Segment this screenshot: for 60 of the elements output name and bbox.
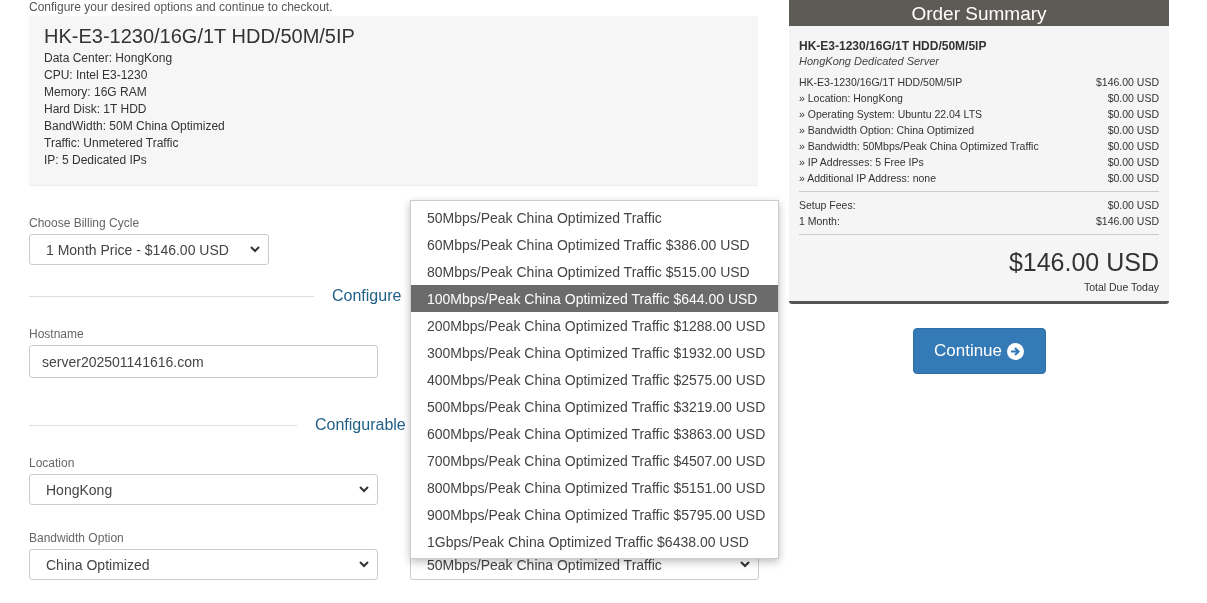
chevron-down-icon <box>359 561 369 568</box>
summary-item: 1 Month: <box>799 214 840 229</box>
dropdown-option[interactable]: 100Mbps/Peak China Optimized Traffic $644.00 USD <box>411 285 778 312</box>
field-label: Choose Billing Cycle <box>29 216 140 231</box>
product-detail: Hard Disk: 1T HDD <box>44 101 148 118</box>
total-label: Total Due Today <box>1082 281 1159 293</box>
hostname-field[interactable]: server202501141616.com <box>29 345 378 378</box>
product-detail: CPU: Intel E3-1230 <box>44 67 149 84</box>
intro-text: Configure your desired options and continue to checkout. <box>29 0 334 14</box>
dropdown-option[interactable]: 200Mbps/Peak China Optimized Traffic $1288.00 USD <box>411 312 778 339</box>
arrow-right-circle-icon <box>1007 342 1025 360</box>
field-label: Location <box>29 456 75 471</box>
chevron-down-icon <box>740 561 750 568</box>
product-detail: Memory: 16G RAM <box>44 84 148 101</box>
summary-price: $146.00 USD <box>1095 214 1159 229</box>
order-summary-header: Order Summary <box>789 0 1169 26</box>
product-detail: IP: 5 Dedicated IPs <box>44 152 148 169</box>
total-amount: $146.00 USD <box>1007 247 1159 277</box>
section-heading: Configurable <box>315 416 406 434</box>
summary-price: $0.00 USD <box>1107 107 1159 122</box>
summary-item: » Bandwidth: 50Mbps/Peak China Optimized Traffic <box>799 139 1039 154</box>
field-label: Bandwidth Option <box>29 531 124 546</box>
chevron-down-icon <box>250 246 260 253</box>
product-title: HK-E3-1230/16G/1T HDD/50M/5IP <box>44 24 356 48</box>
summary-price: $0.00 USD <box>1107 198 1159 213</box>
dropdown-option[interactable]: 400Mbps/Peak China Optimized Traffic $2575.00 USD <box>411 366 778 393</box>
dropdown-option[interactable]: 900Mbps/Peak China Optimized Traffic $5795.00 USD <box>411 501 778 528</box>
summary-price: $0.00 USD <box>1107 155 1159 170</box>
dropdown-option[interactable]: 60Mbps/Peak China Optimized Traffic $386.00 USD <box>411 231 778 258</box>
summary-item: Setup Fees: <box>799 198 856 213</box>
select-field[interactable]: China Optimized <box>29 549 378 580</box>
summary-item: » Operating System: Ubuntu 22.04 LTS <box>799 107 983 122</box>
summary-price: $0.00 USD <box>1107 139 1159 154</box>
billing-cycle-select[interactable]: 1 Month Price - $146.00 USD <box>29 234 269 265</box>
summary-group: HongKong Dedicated Server <box>799 54 1159 68</box>
dropdown-option[interactable]: 80Mbps/Peak China Optimized Traffic $515.00 USD <box>411 258 778 285</box>
summary-price: $0.00 USD <box>1107 123 1159 138</box>
dropdown-option[interactable]: 600Mbps/Peak China Optimized Traffic $3863.00 USD <box>411 420 778 447</box>
dropdown-option[interactable]: 50Mbps/Peak China Optimized Traffic <box>411 204 778 231</box>
product-detail: Data Center: HongKong <box>44 50 174 67</box>
summary-item: » Bandwidth Option: China Optimized <box>799 123 975 138</box>
summary-item: HK-E3-1230/16G/1T HDD/50M/5IP <box>799 75 963 90</box>
summary-item: » IP Addresses: 5 Free IPs <box>799 155 924 170</box>
dropdown-option[interactable]: 500Mbps/Peak China Optimized Traffic $3219.00 USD <box>411 393 778 420</box>
summary-price: $0.00 USD <box>1107 91 1159 106</box>
section-heading: Configure <box>332 287 402 305</box>
dropdown-option[interactable]: 300Mbps/Peak China Optimized Traffic $1932.00 USD <box>411 339 778 366</box>
dropdown-option[interactable]: 700Mbps/Peak China Optimized Traffic $4507.00 USD <box>411 447 778 474</box>
select-field[interactable]: HongKong <box>29 474 378 505</box>
summary-item: » Additional IP Address: none <box>799 171 936 186</box>
chevron-down-icon <box>359 486 369 493</box>
product-detail: BandWidth: 50M China Optimized <box>44 118 226 135</box>
summary-product: HK-E3-1230/16G/1T HDD/50M/5IP <box>799 38 988 54</box>
summary-item: » Location: HongKong <box>799 91 903 106</box>
field-label: Hostname <box>29 327 84 342</box>
product-detail: Traffic: Unmetered Traffic <box>44 135 180 152</box>
summary-price: $146.00 USD <box>1095 75 1159 90</box>
summary-price: $0.00 USD <box>1107 171 1159 186</box>
continue-button[interactable]: Continue <box>912 328 1046 374</box>
dropdown-option[interactable]: 800Mbps/Peak China Optimized Traffic $5151.00 USD <box>411 474 778 501</box>
